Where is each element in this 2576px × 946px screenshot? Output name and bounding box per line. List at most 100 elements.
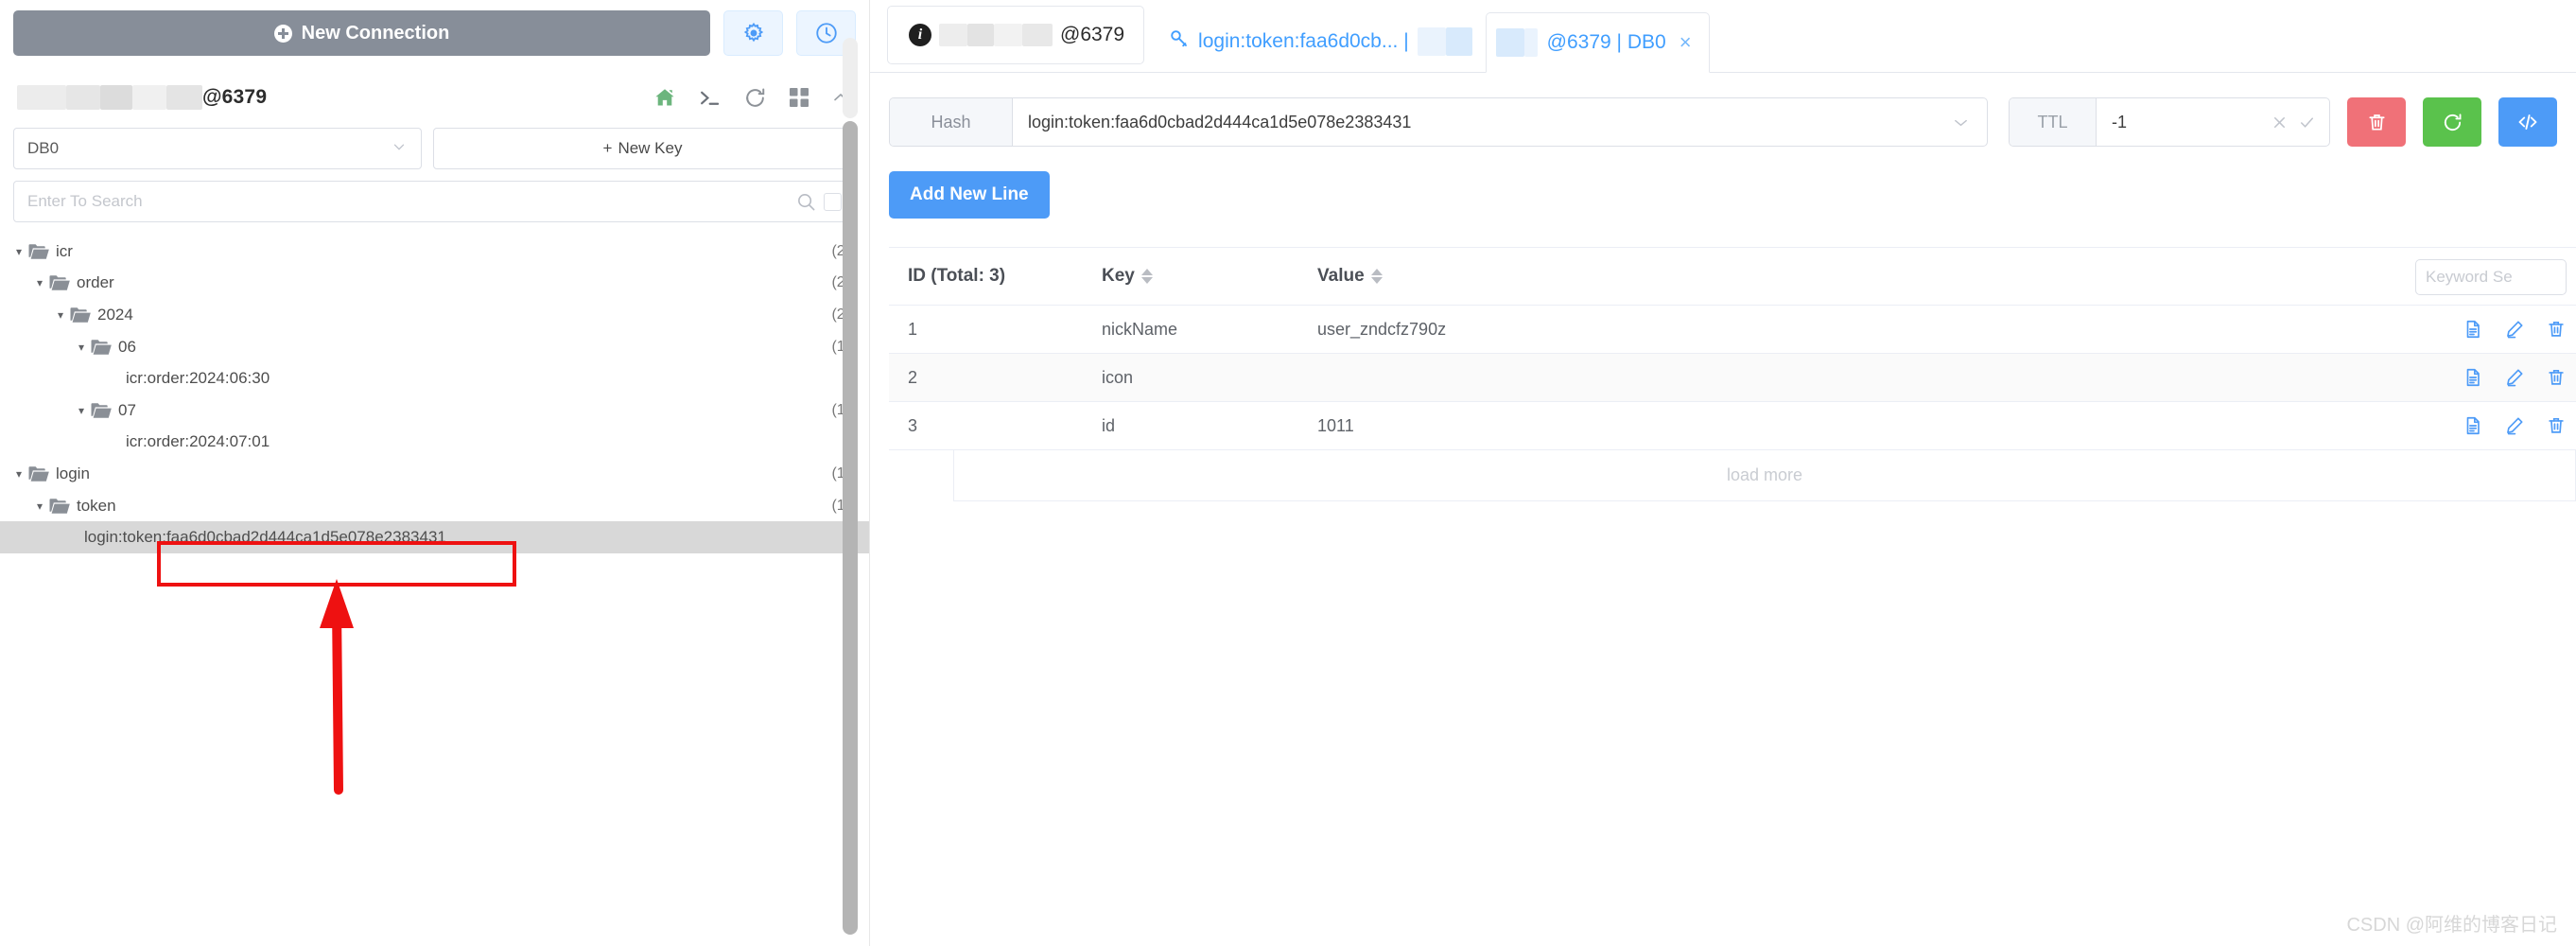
check-icon[interactable]: [2298, 114, 2316, 131]
trash-icon[interactable]: [2546, 319, 2567, 340]
document-icon[interactable]: [2463, 319, 2483, 340]
left-panel-scrollbar[interactable]: [843, 0, 858, 946]
tree-folder-row[interactable]: ▾ login (1): [0, 458, 869, 490]
masked-host-tab: [939, 24, 1053, 46]
table-row[interactable]: 1 nickName user_zndcfz790z: [889, 306, 2576, 354]
tree-item-label: 07: [118, 400, 136, 419]
tabs-bar: i @6379 login:token:faa6d0cb... | @6379 …: [870, 0, 2576, 73]
tree-key-row[interactable]: login:token:faa6d0cbad2d444ca1d5e078e238…: [0, 521, 869, 553]
cell-value: user_zndcfz790z: [1317, 319, 1447, 339]
folder-icon: [28, 465, 49, 482]
view-code-button[interactable]: [2498, 97, 2557, 147]
connection-header-actions: [653, 86, 850, 110]
terminal-icon[interactable]: [698, 86, 722, 110]
new-connection-label: New Connection: [301, 22, 450, 44]
ttl-label: TTL: [2010, 98, 2097, 146]
folder-icon: [49, 274, 70, 291]
refresh-key-button[interactable]: [2423, 97, 2481, 147]
tree-item-label: order: [77, 273, 114, 292]
key-name-value[interactable]: login:token:faa6d0cbad2d444ca1d5e078e238…: [1013, 98, 1952, 146]
cell-actions: [2449, 367, 2576, 388]
tab-db-label: @6379 | DB0: [1546, 31, 1666, 53]
document-icon[interactable]: [2463, 367, 2483, 388]
clock-icon: [815, 23, 837, 44]
folder-icon: [49, 498, 70, 515]
chevron-down-icon[interactable]: ▾: [11, 245, 26, 258]
cell-actions: [2449, 415, 2576, 436]
sort-icon[interactable]: [1370, 269, 1383, 284]
grid-icon[interactable]: [789, 87, 809, 108]
tree-key-row[interactable]: icr:order:2024:06:30: [0, 362, 869, 394]
hash-table: ID (Total: 3) Key Value Keyword Se 1 nick…: [870, 219, 2576, 501]
tree-item-label: login: [56, 464, 90, 482]
left-panel: New Connection @6379 DB0 + New Key Enter…: [0, 0, 870, 946]
edit-icon[interactable]: [2504, 319, 2525, 340]
cell-key: id: [1102, 415, 1116, 435]
chevron-down-icon[interactable]: [1952, 98, 1987, 146]
edit-icon[interactable]: [2504, 415, 2525, 436]
tree-folder-row[interactable]: ▾ icr (2): [0, 236, 869, 268]
key-name-group: Hash login:token:faa6d0cbad2d444ca1d5e07…: [889, 97, 1988, 147]
table-body: 1 nickName user_zndcfz790z 2 icon 3 id 1011: [889, 306, 2576, 450]
keyword-search-input[interactable]: Keyword Se: [2415, 259, 2567, 295]
tree-folder-row[interactable]: ▾ 06 (1): [0, 331, 869, 363]
trash-icon[interactable]: [2546, 415, 2567, 436]
tree-item-label: token: [77, 496, 116, 515]
add-new-line-button[interactable]: Add New Line: [889, 171, 1050, 219]
tab-key-login-token[interactable]: login:token:faa6d0cb... |: [1144, 11, 1486, 72]
chevron-down-icon[interactable]: ▾: [11, 467, 26, 481]
tab-db0[interactable]: @6379 | DB0 ×: [1485, 12, 1710, 73]
tree-folder-row[interactable]: ▾ 07 (1): [0, 394, 869, 427]
tree-folder-row[interactable]: ▾ order (2): [0, 268, 869, 300]
new-key-label: New Key: [618, 139, 683, 157]
chevron-down-icon[interactable]: ▾: [74, 404, 89, 417]
chevron-down-icon[interactable]: ▾: [32, 499, 47, 513]
scrollbar-track: [843, 38, 858, 118]
settings-button[interactable]: [723, 10, 783, 56]
column-header-key[interactable]: Key: [1102, 266, 1317, 287]
search-row: [0, 169, 869, 222]
new-connection-button[interactable]: New Connection: [13, 10, 710, 56]
document-icon[interactable]: [2463, 415, 2483, 436]
search-input[interactable]: [27, 192, 796, 211]
add-new-line-label: Add New Line: [910, 184, 1029, 204]
gear-icon: [743, 22, 763, 43]
tree-item-label: icr:order:2024:07:01: [126, 432, 270, 451]
cell-key: nickName: [1102, 319, 1178, 339]
new-key-button[interactable]: + New Key: [433, 128, 852, 169]
delete-key-button[interactable]: [2347, 97, 2406, 147]
key-type-label: Hash: [890, 98, 1013, 146]
table-row[interactable]: 3 id 1011: [889, 402, 2576, 450]
scrollbar-thumb[interactable]: [843, 121, 858, 935]
chevron-down-icon[interactable]: ▾: [74, 341, 89, 354]
column-header-id: ID (Total: 3): [908, 266, 1006, 286]
column-header-value[interactable]: Value: [1317, 266, 2449, 287]
ttl-input[interactable]: -1: [2097, 98, 2271, 146]
tree-folder-row[interactable]: ▾ token (1): [0, 490, 869, 522]
search-box[interactable]: [13, 181, 852, 222]
edit-icon[interactable]: [2504, 367, 2525, 388]
close-icon[interactable]: ×: [1680, 30, 1692, 55]
load-more-button[interactable]: load more: [953, 450, 2576, 501]
home-icon[interactable]: [653, 86, 676, 109]
chevron-down-icon[interactable]: ▾: [32, 276, 47, 289]
sort-icon[interactable]: [1140, 269, 1153, 284]
close-icon[interactable]: [2271, 114, 2289, 131]
db-select[interactable]: DB0: [13, 128, 422, 169]
plus-icon: +: [602, 139, 613, 157]
right-panel: i @6379 login:token:faa6d0cb... | @6379 …: [870, 0, 2576, 946]
info-icon: i: [909, 24, 931, 46]
add-line-row: Add New Line: [870, 147, 2576, 219]
refresh-icon[interactable]: [743, 86, 767, 110]
trash-icon[interactable]: [2546, 367, 2567, 388]
cell-id: 3: [908, 415, 918, 435]
connection-info-chip[interactable]: i @6379: [887, 6, 1145, 64]
tree-folder-row[interactable]: ▾ 2024 (2): [0, 299, 869, 331]
tree-key-row[interactable]: icr:order:2024:07:01: [0, 427, 869, 459]
search-toggle-checkbox[interactable]: [824, 192, 842, 211]
ttl-actions: [2271, 98, 2329, 146]
search-icon[interactable]: [796, 192, 816, 212]
table-row[interactable]: 2 icon: [889, 354, 2576, 402]
ttl-group: TTL -1: [2009, 97, 2330, 147]
chevron-down-icon[interactable]: ▾: [53, 308, 68, 322]
